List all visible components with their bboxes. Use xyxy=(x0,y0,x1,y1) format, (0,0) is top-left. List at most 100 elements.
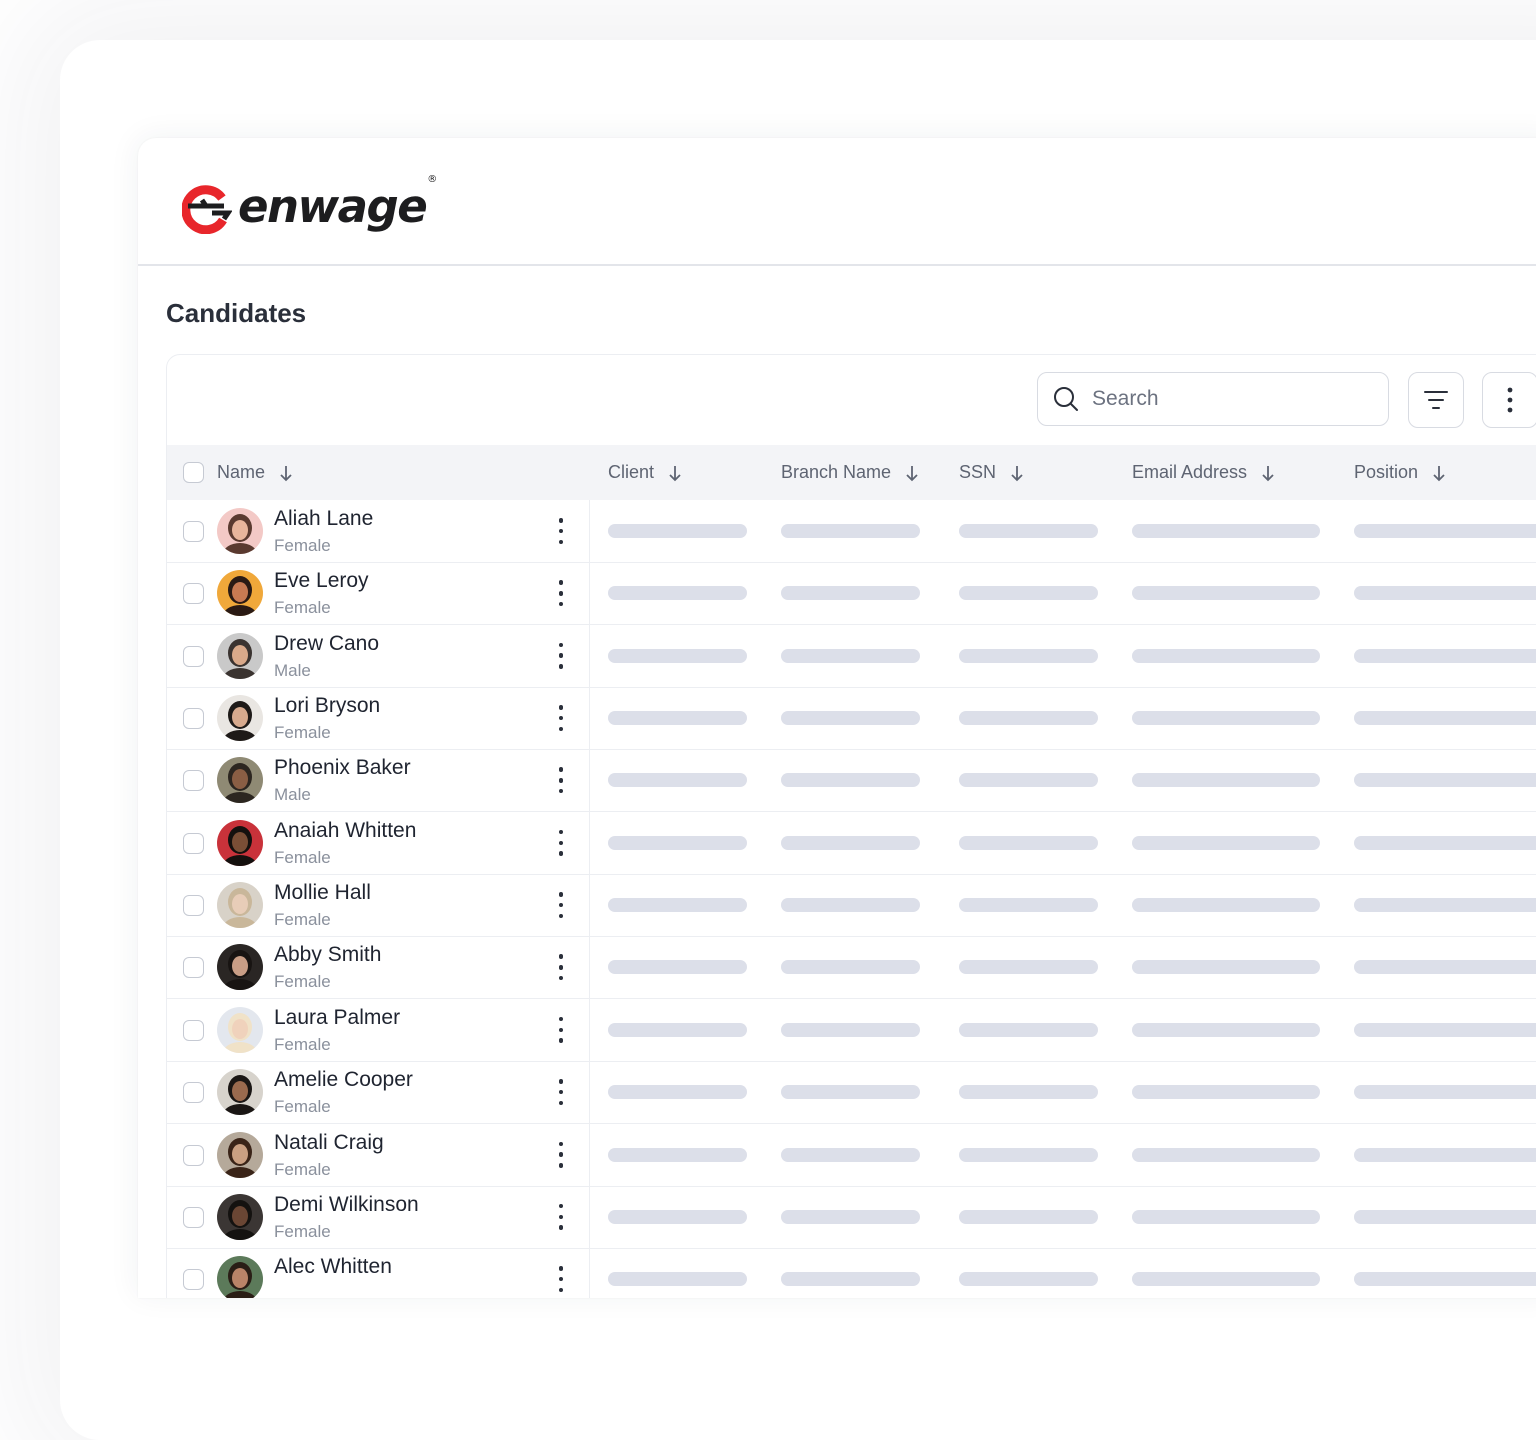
position-placeholder xyxy=(1354,1147,1536,1162)
table-row[interactable]: Mollie Hall Female xyxy=(167,874,1536,938)
row-checkbox[interactable] xyxy=(183,583,204,605)
sort-down-arrow-icon[interactable] xyxy=(905,464,919,482)
table-row[interactable]: Alec Whitten xyxy=(167,1248,1536,1298)
candidate-name[interactable]: Phoenix Baker xyxy=(274,756,411,780)
row-actions-menu-icon[interactable] xyxy=(553,642,569,669)
column-divider xyxy=(589,624,590,687)
client-placeholder xyxy=(608,960,747,975)
branch-name-placeholder xyxy=(781,1085,920,1100)
email-address-placeholder xyxy=(1132,1022,1320,1037)
email-address-placeholder xyxy=(1132,586,1320,601)
row-checkbox[interactable] xyxy=(183,708,204,730)
candidate-name[interactable]: Demi Wilkinson xyxy=(274,1193,419,1217)
table-row[interactable]: Phoenix Baker Male xyxy=(167,749,1536,813)
row-actions-menu-icon[interactable] xyxy=(553,1079,569,1106)
candidate-name[interactable]: Lori Bryson xyxy=(274,694,380,718)
table-row[interactable]: Abby Smith Female xyxy=(167,936,1536,1000)
table-row[interactable]: Laura Palmer Female xyxy=(167,998,1536,1062)
row-checkbox[interactable] xyxy=(183,770,204,792)
row-checkbox[interactable] xyxy=(183,521,204,542)
candidate-name[interactable]: Anaiah Whitten xyxy=(274,819,416,843)
row-checkbox[interactable] xyxy=(183,1019,204,1041)
table-row[interactable]: Aliah Lane Female xyxy=(167,500,1536,563)
sort-down-arrow-icon[interactable] xyxy=(1010,464,1024,482)
branch-name-placeholder xyxy=(781,711,920,726)
row-actions-menu-icon[interactable] xyxy=(553,580,569,607)
avatar xyxy=(217,570,263,617)
branch-name-placeholder xyxy=(781,648,920,663)
ssn-placeholder xyxy=(959,586,1098,601)
ssn-placeholder xyxy=(959,524,1098,538)
client-placeholder xyxy=(608,711,747,726)
row-actions-menu-icon[interactable] xyxy=(553,954,569,981)
column-divider xyxy=(589,1061,590,1124)
row-actions-menu-icon[interactable] xyxy=(553,1141,569,1168)
candidate-name[interactable]: Amelie Cooper xyxy=(274,1068,413,1092)
row-actions-menu-icon[interactable] xyxy=(553,892,569,919)
candidate-gender: Female xyxy=(274,847,331,867)
column-divider xyxy=(589,1248,590,1298)
column-header-ssn[interactable]: SSN xyxy=(959,445,1024,500)
row-checkbox[interactable] xyxy=(183,1082,204,1104)
row-checkbox[interactable] xyxy=(183,1269,204,1291)
table-row[interactable]: Drew Cano Male xyxy=(167,624,1536,688)
candidate-name[interactable]: Natali Craig xyxy=(274,1131,384,1155)
sort-down-arrow-icon[interactable] xyxy=(1432,464,1446,482)
candidate-name[interactable]: Eve Leroy xyxy=(274,569,369,593)
branch-name-placeholder xyxy=(781,960,920,975)
row-actions-menu-icon[interactable] xyxy=(553,705,569,732)
candidate-name[interactable]: Laura Palmer xyxy=(274,1006,400,1030)
row-actions-menu-icon[interactable] xyxy=(553,829,569,856)
candidate-name[interactable]: Drew Cano xyxy=(274,632,379,656)
column-header-label: Name xyxy=(217,462,266,482)
row-actions-menu-icon[interactable] xyxy=(553,1016,569,1043)
avatar xyxy=(217,944,263,991)
row-actions-menu-icon[interactable] xyxy=(553,767,569,794)
row-actions-menu-icon[interactable] xyxy=(553,1203,569,1230)
sort-down-arrow-icon[interactable] xyxy=(1261,464,1275,482)
table-row[interactable]: Eve Leroy Female xyxy=(167,562,1536,626)
candidate-name[interactable]: Aliah Lane xyxy=(274,507,373,531)
row-checkbox[interactable] xyxy=(183,1144,204,1166)
candidate-name[interactable]: Abby Smith xyxy=(274,943,381,967)
candidate-name[interactable]: Alec Whitten xyxy=(274,1255,392,1279)
column-header-branch-name[interactable]: Branch Name xyxy=(781,445,919,500)
sort-down-arrow-icon[interactable] xyxy=(668,464,682,482)
client-placeholder xyxy=(608,1147,747,1162)
more-options-button[interactable] xyxy=(1482,372,1536,428)
email-address-placeholder xyxy=(1132,1147,1320,1162)
column-header-position[interactable]: Position xyxy=(1354,445,1446,500)
ssn-placeholder xyxy=(959,1085,1098,1100)
branch-name-placeholder xyxy=(781,1147,920,1162)
enwage-logo[interactable]: enwage ® xyxy=(182,174,437,234)
row-checkbox[interactable] xyxy=(183,645,204,667)
select-all-checkbox[interactable] xyxy=(183,462,204,483)
table-row[interactable]: Lori Bryson Female xyxy=(167,687,1536,751)
row-actions-menu-icon[interactable] xyxy=(553,1266,569,1293)
position-placeholder xyxy=(1354,835,1536,850)
table-row[interactable]: Amelie Cooper Female xyxy=(167,1061,1536,1125)
table-row[interactable]: Demi Wilkinson Female xyxy=(167,1185,1536,1249)
row-checkbox[interactable] xyxy=(183,957,204,979)
candidate-gender: Male xyxy=(274,785,311,805)
column-header-email-address[interactable]: Email Address xyxy=(1132,445,1275,500)
search-input[interactable] xyxy=(1090,386,1354,412)
column-header-label: Client xyxy=(608,462,655,482)
branch-name-placeholder xyxy=(781,1272,920,1287)
row-checkbox[interactable] xyxy=(183,1206,204,1228)
search-box[interactable] xyxy=(1037,372,1389,426)
avatar xyxy=(217,757,263,804)
row-checkbox[interactable] xyxy=(183,832,204,854)
row-checkbox[interactable] xyxy=(183,895,204,917)
candidate-gender: Female xyxy=(274,598,331,618)
table-row[interactable]: Natali Craig Female xyxy=(167,1123,1536,1187)
sort-down-arrow-icon[interactable] xyxy=(279,464,293,482)
client-placeholder xyxy=(608,1085,747,1100)
column-header-name[interactable]: Name xyxy=(217,445,293,500)
column-header-client[interactable]: Client xyxy=(608,445,682,500)
table-row[interactable]: Anaiah Whitten Female xyxy=(167,811,1536,875)
filter-button[interactable] xyxy=(1408,372,1464,428)
row-actions-menu-icon[interactable] xyxy=(553,518,569,544)
candidate-name[interactable]: Mollie Hall xyxy=(274,881,371,905)
client-placeholder xyxy=(608,1209,747,1224)
